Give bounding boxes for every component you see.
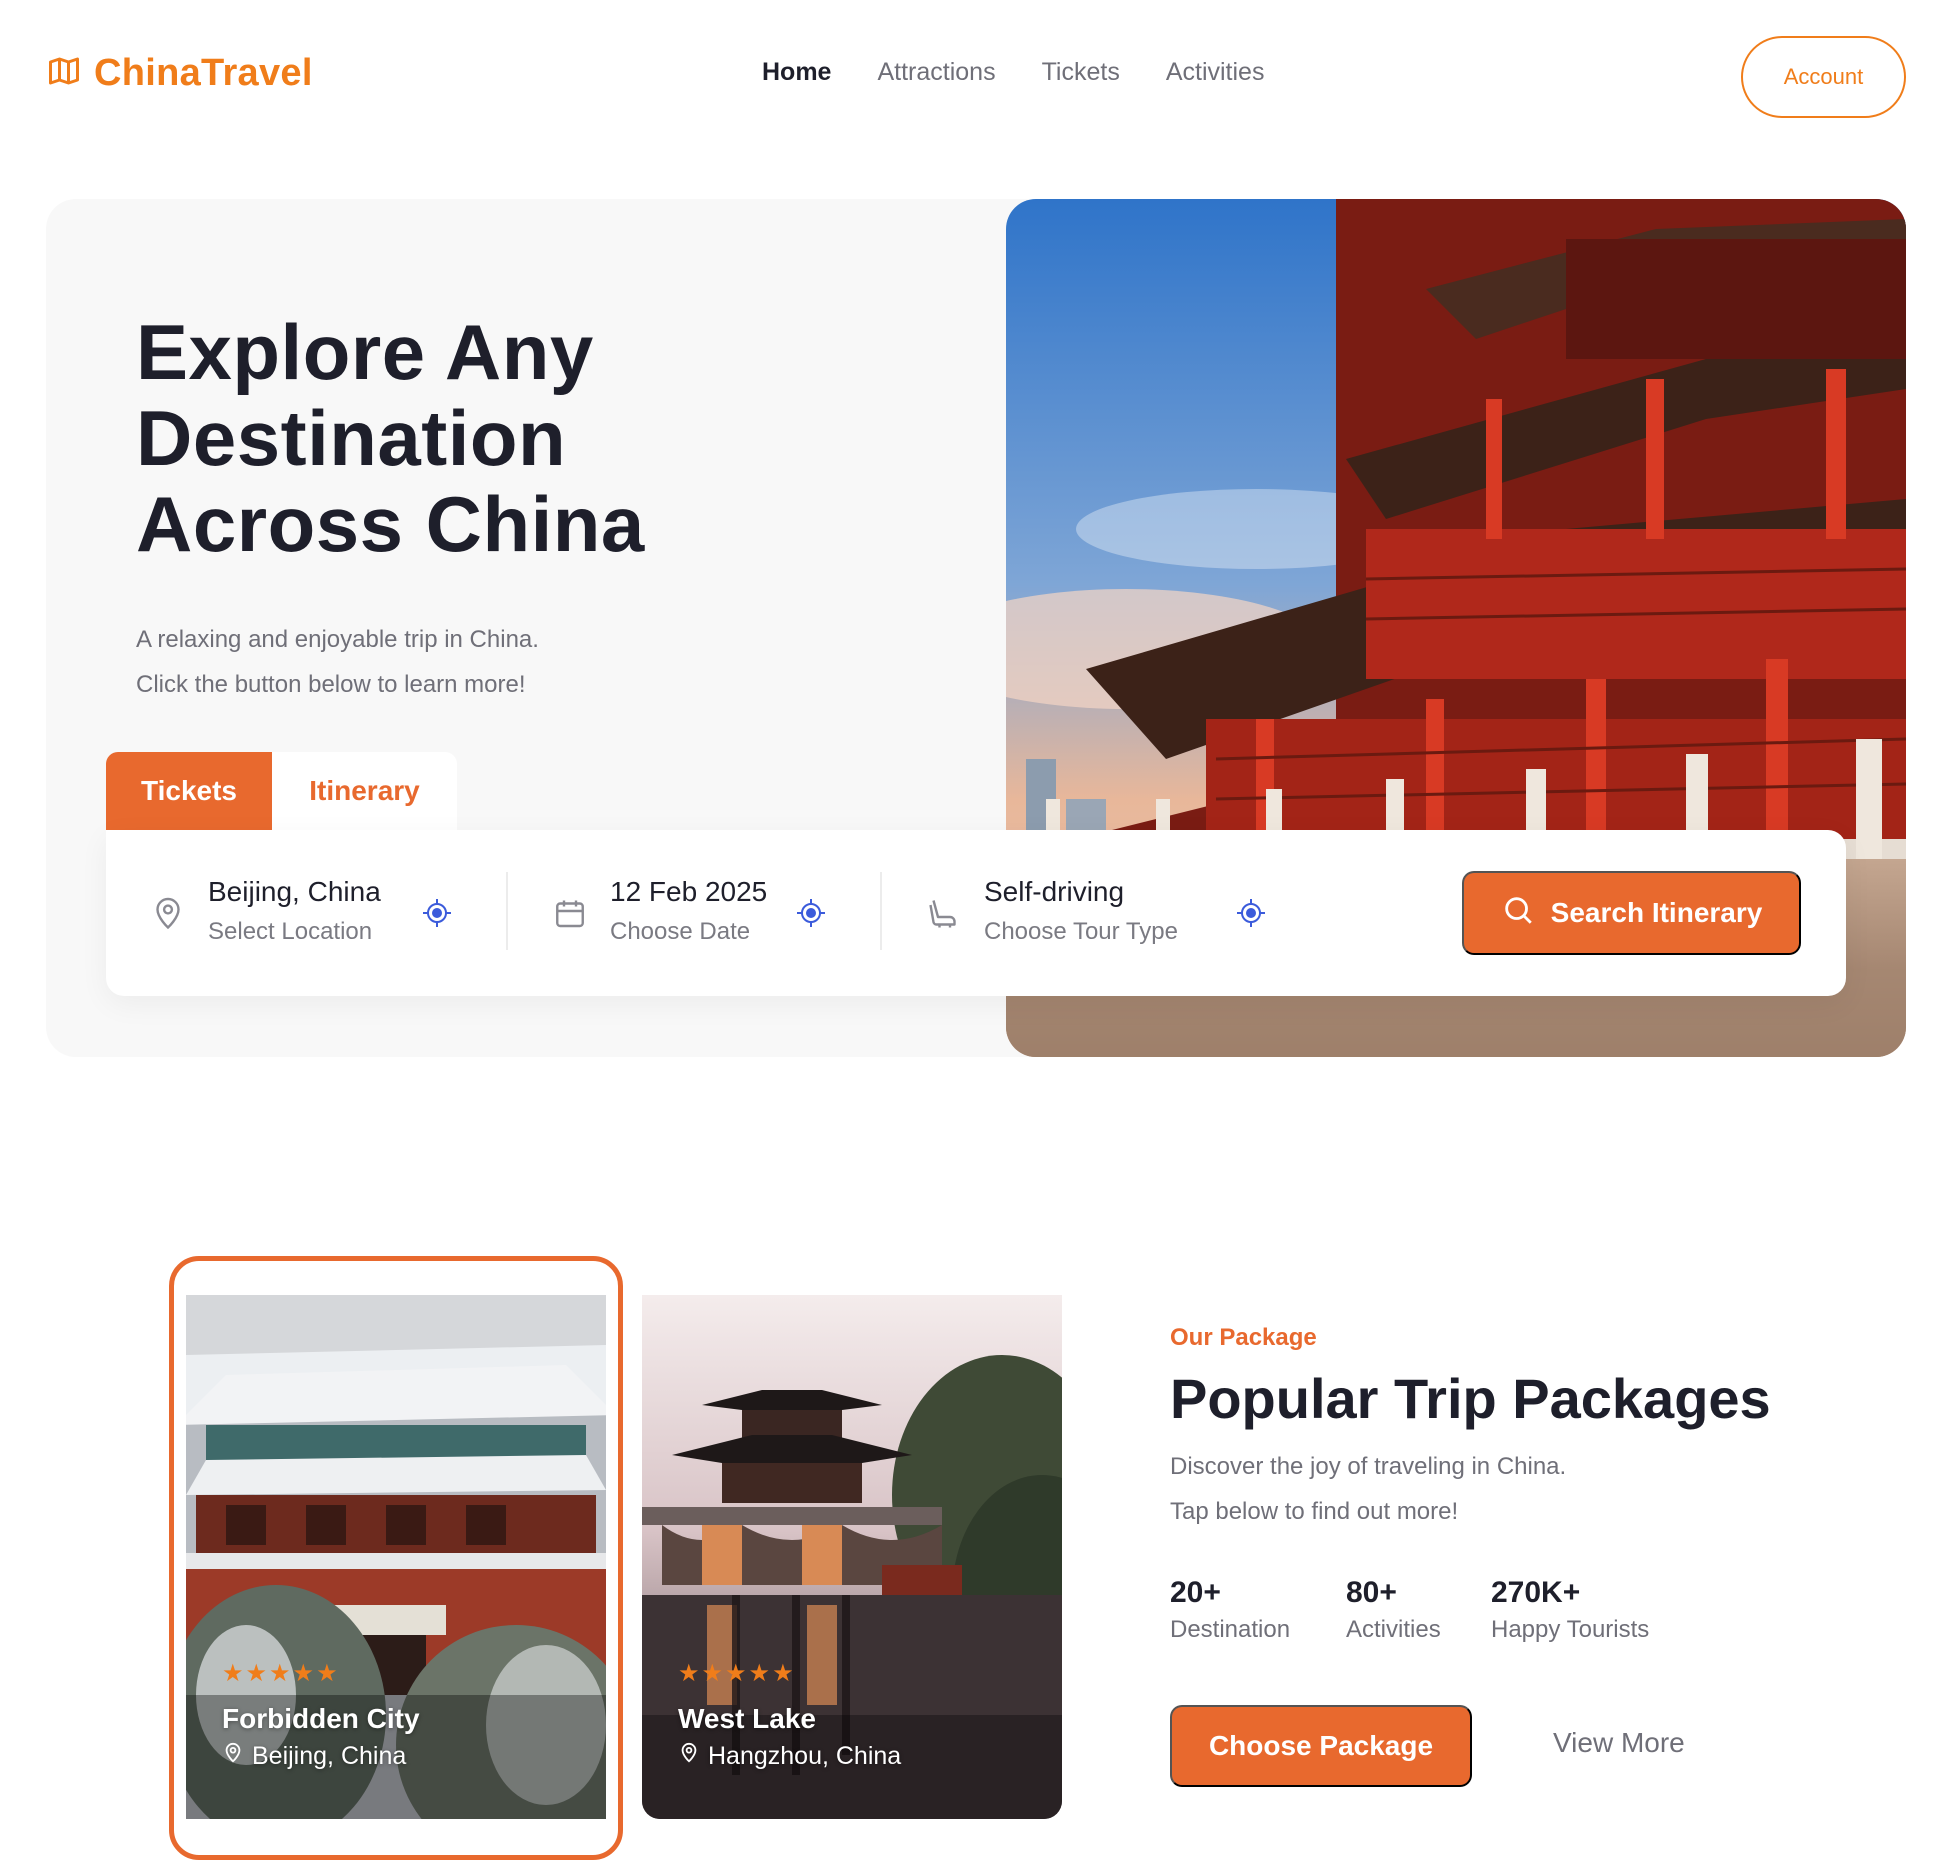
nav-link-activities[interactable]: Activities xyxy=(1166,58,1265,87)
hero-subtitle-line-2: Click the button below to learn more! xyxy=(136,671,526,698)
seat-icon xyxy=(926,896,962,932)
card-title: Forbidden City xyxy=(222,1703,420,1734)
rating-stars: ★★★★★ xyxy=(222,1660,340,1687)
west-lake-photo xyxy=(642,1295,1062,1819)
stat-activities: 80+ Activities xyxy=(1346,1576,1441,1644)
account-button[interactable]: Account xyxy=(1741,36,1906,118)
stat-destination: 20+ Destination xyxy=(1170,1576,1290,1644)
hero-subtitle-line-1: A relaxing and enjoyable trip in China. xyxy=(136,626,539,653)
brand-name: ChinaTravel xyxy=(94,52,313,94)
tab-tickets[interactable]: Tickets xyxy=(106,752,272,830)
date-label: Choose Date xyxy=(610,918,751,945)
location-value: Beijing, China xyxy=(208,876,381,907)
stat-label: Happy Tourists xyxy=(1491,1616,1650,1643)
card-location-text: Beijing, China xyxy=(252,1742,407,1770)
search-icon xyxy=(1501,893,1535,934)
crosshair-icon[interactable] xyxy=(796,898,826,928)
crosshair-icon[interactable] xyxy=(422,898,452,928)
tour-type-label: Choose Tour Type xyxy=(984,918,1178,945)
stat-value: 80+ xyxy=(1346,1576,1397,1609)
map-icon xyxy=(46,53,82,94)
stat-value: 270K+ xyxy=(1491,1576,1581,1609)
packages-subtitle-line-1: Discover the joy of traveling in China. xyxy=(1170,1453,1567,1480)
package-card-west-lake[interactable]: ★★★★★ West Lake Hangzhou, China xyxy=(642,1295,1062,1819)
tour-type-value: Self-driving xyxy=(984,876,1125,907)
calendar-icon xyxy=(552,896,588,932)
search-itinerary-button[interactable]: Search Itinerary xyxy=(1462,871,1801,955)
field-divider xyxy=(506,872,508,950)
location-pin-icon xyxy=(678,1742,700,1771)
stat-label: Activities xyxy=(1346,1616,1441,1643)
location-pin-icon xyxy=(150,896,186,932)
packages-section: Our Package Popular Trip Packages Discov… xyxy=(1170,1324,1771,1787)
location-field[interactable]: Beijing, China Select Location xyxy=(150,876,452,956)
stat-label: Destination xyxy=(1170,1616,1291,1643)
nav-link-attractions[interactable]: Attractions xyxy=(877,58,995,87)
hero-section: Explore Any Destination Across China A r… xyxy=(46,199,1906,1057)
main-nav: Home Attractions Tickets Activities xyxy=(762,58,1264,87)
brand-logo[interactable]: ChinaTravel xyxy=(46,52,313,95)
search-itinerary-label: Search Itinerary xyxy=(1550,897,1763,928)
card-location: Beijing, China xyxy=(222,1742,406,1771)
rating-stars: ★★★★★ xyxy=(678,1660,796,1687)
date-field[interactable]: 12 Feb 2025 Choose Date xyxy=(552,876,852,956)
packages-eyebrow: Our Package xyxy=(1170,1324,1317,1351)
nav-link-tickets[interactable]: Tickets xyxy=(1042,58,1120,87)
tour-type-field[interactable]: Self-driving Choose Tour Type xyxy=(926,876,1286,956)
packages-subtitle: Discover the joy of traveling in China. … xyxy=(1170,1444,1566,1534)
nav-link-home[interactable]: Home xyxy=(762,58,831,87)
stat-happy-tourists: 270K+ Happy Tourists xyxy=(1491,1576,1649,1644)
forbidden-city-photo xyxy=(186,1295,606,1819)
stat-value: 20+ xyxy=(1170,1576,1221,1609)
search-tabs: Tickets Itinerary xyxy=(106,752,457,830)
crosshair-icon[interactable] xyxy=(1236,898,1266,928)
packages-title: Popular Trip Packages xyxy=(1170,1367,1771,1430)
card-title: West Lake xyxy=(678,1703,816,1734)
card-location: Hangzhou, China xyxy=(678,1742,901,1771)
location-label: Select Location xyxy=(208,918,373,945)
date-value: 12 Feb 2025 xyxy=(610,876,768,907)
tab-itinerary[interactable]: Itinerary xyxy=(272,752,457,830)
hero-subtitle: A relaxing and enjoyable trip in China. … xyxy=(136,617,539,707)
field-divider xyxy=(880,872,882,950)
package-card-forbidden-city[interactable]: ★★★★★ Forbidden City Beijing, China xyxy=(186,1295,606,1819)
hero-title: Explore Any Destination Across China xyxy=(136,308,645,568)
location-pin-icon xyxy=(222,1742,244,1771)
choose-package-button[interactable]: Choose Package xyxy=(1170,1705,1472,1787)
view-more-link[interactable]: View More xyxy=(1553,1727,1685,1759)
itinerary-search-bar: Beijing, China Select Location 12 Feb 20… xyxy=(106,830,1846,996)
card-location-text: Hangzhou, China xyxy=(708,1742,902,1770)
top-nav: ChinaTravel Home Attractions Tickets Act… xyxy=(0,0,1960,152)
packages-subtitle-line-2: Tap below to find out more! xyxy=(1170,1498,1459,1525)
